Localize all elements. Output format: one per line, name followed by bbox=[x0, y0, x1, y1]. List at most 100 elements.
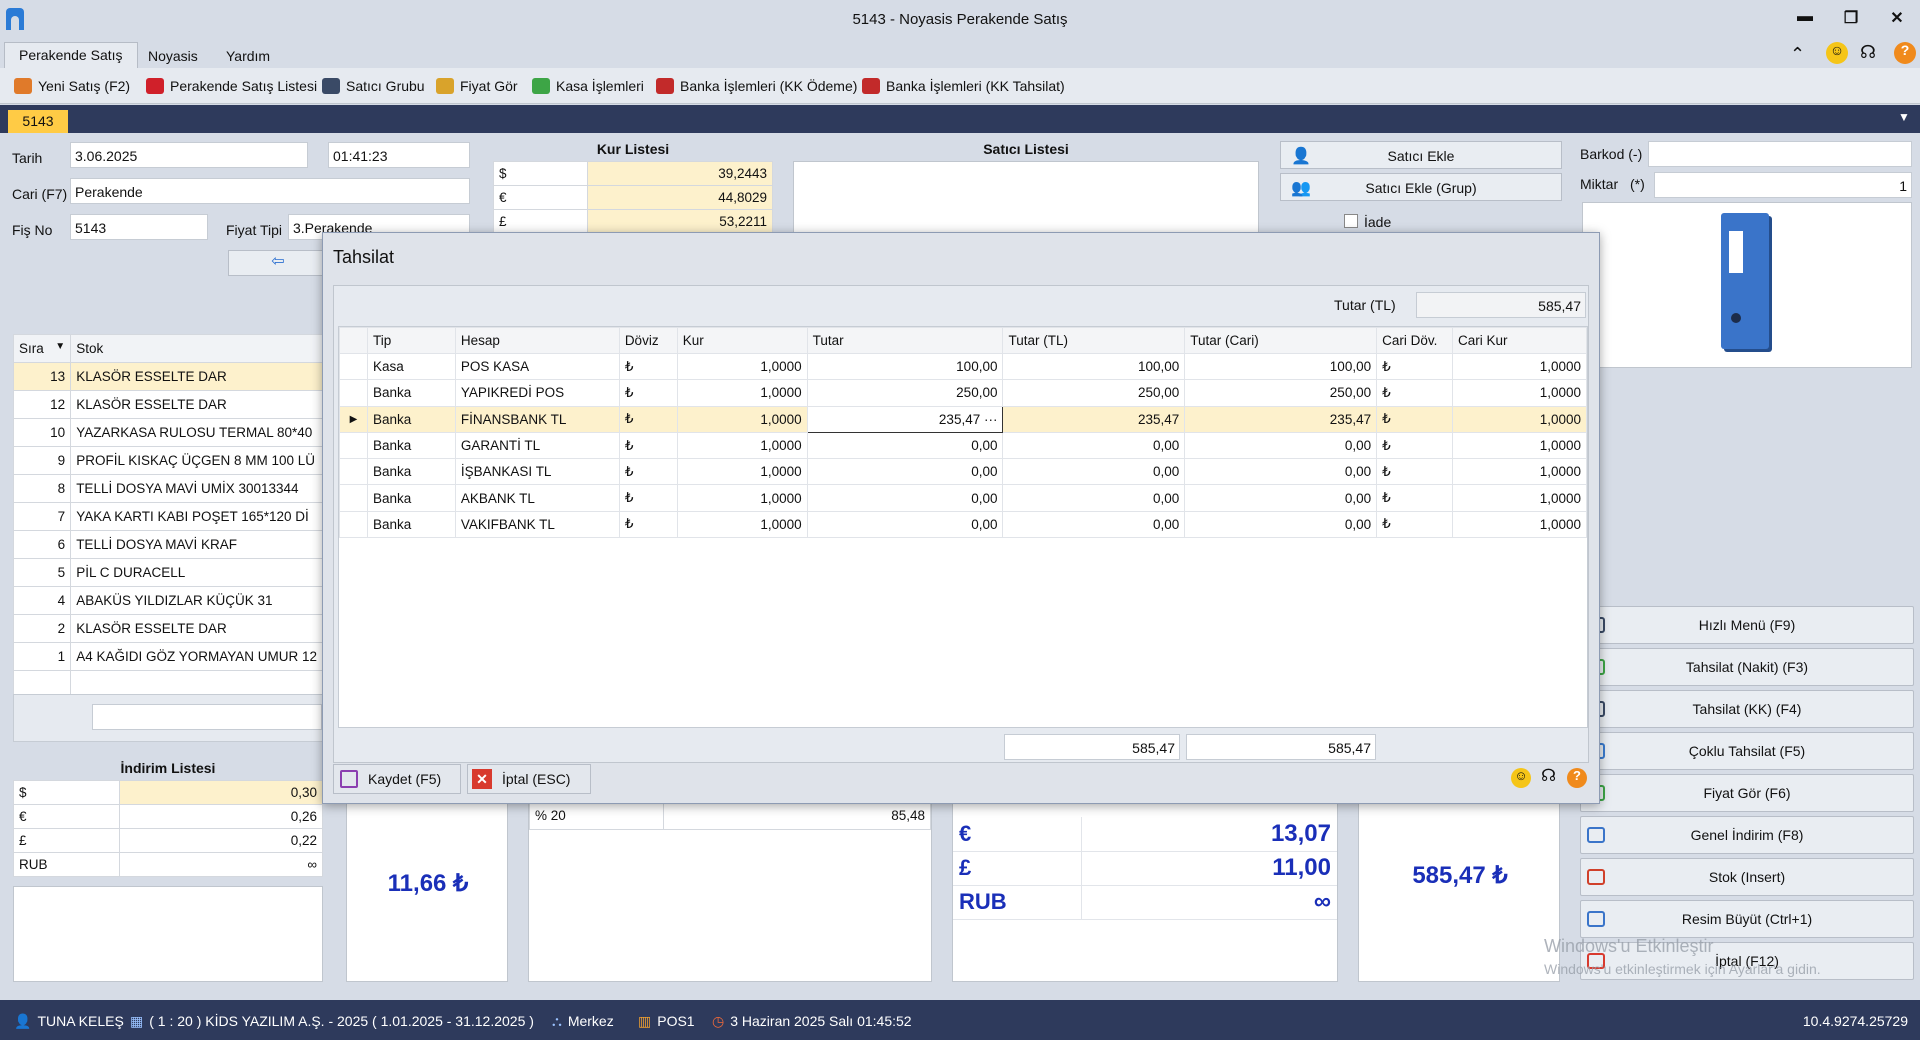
ribbon-button-0[interactable]: Yeni Satış (F2) bbox=[14, 75, 130, 97]
table-row[interactable]: 4 ABAKÜS YILDIZLAR KÜÇÜK 31 bbox=[12, 586, 323, 615]
cell-4[interactable]: 250,00 bbox=[806, 379, 1004, 407]
cell-5: 0,00 bbox=[1002, 510, 1186, 539]
table-row[interactable]: 8 TELLİ DOSYA MAVİ UMİX 30013344 bbox=[12, 474, 323, 503]
cell-value: 0,00 bbox=[1344, 490, 1372, 506]
column-header[interactable]: Cari Döv. bbox=[1376, 327, 1454, 354]
column-header[interactable]: Tip bbox=[366, 327, 456, 354]
table-row[interactable]: Banka GARANTİ TL ₺ 1,0000 0,00 0,00 0,00 ₺ 1,000… bbox=[339, 431, 1587, 460]
tarih-field[interactable]: 3.06.2025 bbox=[70, 142, 308, 168]
right-button-6[interactable]: Stok (Insert) bbox=[1580, 858, 1914, 896]
right-button-3[interactable]: Çoklu Tahsilat (F5) bbox=[1580, 732, 1914, 770]
indirim-row: £0,22 bbox=[13, 828, 323, 853]
tab-noyasis[interactable]: Noyasis bbox=[134, 44, 212, 68]
cell-4[interactable]: 100,00 bbox=[806, 352, 1004, 381]
column-header[interactable]: Tutar (TL) bbox=[1002, 327, 1186, 354]
table-row[interactable]: 2 KLASÖR ESSELTE DAR bbox=[12, 614, 323, 643]
cell-4[interactable]: 0,00 bbox=[806, 431, 1004, 460]
ribbon-button-label: Satıcı Grubu bbox=[346, 78, 425, 94]
tarih-label: Tarih bbox=[12, 150, 43, 166]
smiley-icon[interactable]: ☺ bbox=[1826, 42, 1848, 64]
cari-field[interactable]: Perakende bbox=[70, 178, 470, 204]
chevron-down-icon[interactable]: ▼ bbox=[1898, 110, 1910, 124]
cell-value: ₺ bbox=[624, 437, 634, 453]
ellipsis-icon[interactable]: ··· bbox=[980, 412, 998, 427]
right-button-7[interactable]: Resim Büyüt (Ctrl+1) bbox=[1580, 900, 1914, 938]
satici-ekle-button[interactable]: 👤 Satıcı Ekle bbox=[1280, 141, 1562, 169]
indirim-row: $0,30 bbox=[13, 780, 323, 805]
cell-value: İŞBANKASI TL bbox=[460, 464, 552, 480]
table-row[interactable]: 6 TELLİ DOSYA MAVİ KRAF bbox=[12, 530, 323, 559]
table-row[interactable]: 12 KLASÖR ESSELTE DAR bbox=[12, 390, 323, 419]
cell-value: 235,47 bbox=[1137, 411, 1180, 427]
right-button-2[interactable]: Tahsilat (KK) (F4) bbox=[1580, 690, 1914, 728]
ribbon-button-4[interactable]: Kasa İşlemleri bbox=[532, 75, 644, 97]
currency-rate: 39,2443 bbox=[587, 161, 773, 186]
pos-icon: ▥ bbox=[638, 1012, 652, 1029]
help-icon[interactable]: ? bbox=[1567, 768, 1587, 788]
right-button-0[interactable]: Hızlı Menü (F9) bbox=[1580, 606, 1914, 644]
help-icon[interactable]: ? bbox=[1894, 42, 1916, 64]
collapse-ribbon-icon[interactable]: ⌃ bbox=[1790, 44, 1805, 65]
right-button-1[interactable]: Tahsilat (Nakit) (F3) bbox=[1580, 648, 1914, 686]
ribbon-button-1[interactable]: Perakende Satış Listesi bbox=[146, 75, 317, 97]
cell-8: 1,0000 bbox=[1452, 431, 1587, 460]
cell-4[interactable]: 0,00 bbox=[806, 484, 1004, 512]
table-row[interactable]: 13 KLASÖR ESSELTE DAR bbox=[12, 362, 323, 391]
close-button[interactable]: ✕ bbox=[1882, 8, 1912, 32]
fis-field[interactable]: 5143 bbox=[70, 214, 208, 240]
column-header[interactable]: Kur bbox=[676, 327, 808, 354]
ribbon-button-2[interactable]: Satıcı Grubu bbox=[322, 75, 425, 97]
stock-filter-input[interactable] bbox=[92, 704, 322, 730]
table-row[interactable]: 5 PİL C DURACELL bbox=[12, 558, 323, 587]
ribbon-button-3[interactable]: Fiyat Gör bbox=[436, 75, 518, 97]
column-header[interactable]: Döviz bbox=[618, 327, 678, 354]
table-row[interactable]: ▶ Banka FİNANSBANK TL ₺ 1,0000 235,47 ··· 235,… bbox=[339, 405, 1587, 433]
table-row[interactable]: Kasa POS KASA ₺ 1,0000 100,00 100,00 100,00 ₺ 1,… bbox=[339, 352, 1587, 381]
table-row[interactable]: Banka VAKIFBANK TL ₺ 1,0000 0,00 0,00 0,00 ₺ 1,0… bbox=[339, 510, 1587, 539]
cell-4[interactable]: 0,00 bbox=[806, 510, 1004, 539]
table-row[interactable]: Banka AKBANK TL ₺ 1,0000 0,00 0,00 0,00 ₺ 1,0000 bbox=[339, 484, 1587, 512]
restore-button[interactable]: ❐ bbox=[1836, 8, 1866, 32]
right-button-5[interactable]: Genel İndirim (F8) bbox=[1580, 816, 1914, 854]
column-header[interactable]: Cari Kur bbox=[1452, 327, 1587, 354]
headset-icon[interactable]: ☊ bbox=[1860, 42, 1876, 63]
table-row[interactable]: Banka YAPIKREDİ POS ₺ 1,0000 250,00 250,00 250… bbox=[339, 379, 1587, 407]
ribbon-button-6[interactable]: Banka İşlemleri (KK Tahsilat) bbox=[862, 75, 1065, 97]
column-header[interactable]: Hesap bbox=[454, 327, 620, 354]
column-header-sira[interactable]: Sıra ▼ bbox=[12, 334, 72, 363]
tab-perakende-satis[interactable]: Perakende Satış bbox=[4, 42, 138, 70]
document-tab[interactable]: 5143 bbox=[8, 110, 68, 133]
column-header[interactable]: Tutar (Cari) bbox=[1184, 327, 1378, 354]
table-row[interactable]: 9 PROFİL KISKAÇ ÜÇGEN 8 MM 100 LÜ bbox=[12, 446, 323, 475]
right-button-4[interactable]: Fiyat Gör (F6) bbox=[1580, 774, 1914, 812]
smiley-icon[interactable]: ☺ bbox=[1511, 768, 1531, 788]
barkod-input[interactable] bbox=[1648, 141, 1912, 167]
iade-checkbox[interactable] bbox=[1344, 214, 1358, 228]
cell-5: 0,00 bbox=[1002, 484, 1186, 512]
table-row[interactable]: 10 YAZARKASA RULOSU TERMAL 80*40 bbox=[12, 418, 323, 447]
table-row[interactable]: 1 A4 KAĞIDI GÖZ YORMAYAN UMUR 12 bbox=[12, 642, 323, 671]
saat-field[interactable]: 01:41:23 bbox=[328, 142, 470, 168]
miktar-hint: (*) bbox=[1630, 176, 1645, 192]
back-arrow-button[interactable]: ⇦ bbox=[228, 250, 328, 276]
iptal-button[interactable]: ✕ İptal (ESC) bbox=[467, 764, 591, 794]
column-header[interactable]: Tutar bbox=[806, 327, 1004, 354]
tab-yardim[interactable]: Yardım bbox=[212, 44, 284, 68]
satici-ekle-grup-button[interactable]: 👥 Satıcı Ekle (Grup) bbox=[1280, 173, 1562, 201]
miktar-input[interactable]: 1 bbox=[1654, 172, 1912, 198]
cell-4[interactable]: 235,47 ··· bbox=[806, 405, 1004, 433]
ribbon-button-5[interactable]: Banka İşlemleri (KK Ödeme) bbox=[656, 75, 857, 97]
minimize-button[interactable]: ▬ bbox=[1790, 8, 1820, 32]
kaydet-button[interactable]: Kaydet (F5) bbox=[333, 764, 461, 794]
cell-4[interactable]: 0,00 bbox=[806, 458, 1004, 486]
column-header-stok[interactable]: Stok bbox=[70, 334, 323, 363]
indirim-value: 0,30 bbox=[119, 780, 323, 805]
cell-value: ₺ bbox=[624, 463, 634, 479]
ribbon-button-label: Perakende Satış Listesi bbox=[170, 78, 318, 94]
cell-3: 1,0000 bbox=[676, 484, 808, 512]
table-row[interactable]: Banka İŞBANKASI TL ₺ 1,0000 0,00 0,00 0,00 ₺ 1,0… bbox=[339, 458, 1587, 486]
row-sira: 2 bbox=[12, 614, 72, 643]
headset-icon[interactable]: ☊ bbox=[1541, 766, 1556, 786]
table-row[interactable]: 7 YAKA KARTI KABI POŞET 165*120 Dİ bbox=[12, 502, 323, 531]
cell-3: 1,0000 bbox=[676, 458, 808, 486]
